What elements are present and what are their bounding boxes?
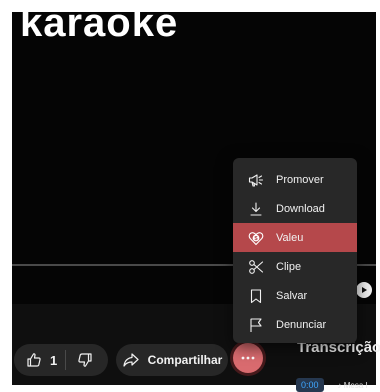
menu-item-label: Valeu: [276, 231, 304, 244]
menu-item-label: Download: [276, 202, 325, 215]
menu-item-clipe[interactable]: Clipe: [233, 252, 357, 281]
bookmark-icon: [248, 288, 264, 304]
share-button[interactable]: Compartilhar: [116, 344, 228, 376]
video-title-overlay: karaoke: [20, 12, 179, 45]
like-count: 1: [50, 352, 58, 368]
download-icon: [248, 201, 264, 217]
share-label: Compartilhar: [147, 353, 223, 367]
dislike-button[interactable]: [66, 344, 104, 376]
like-button[interactable]: 1: [14, 344, 65, 376]
menu-item-salvar[interactable]: Salvar: [233, 281, 357, 310]
flag-icon: [248, 317, 264, 333]
more-horizontal-icon: [241, 356, 255, 360]
transcript-timestamp[interactable]: 0:00: [296, 378, 324, 392]
more-actions-menu: Promover Download $ Valeu Clipe Salvar D…: [233, 158, 357, 343]
share-arrow-icon: [123, 353, 139, 367]
menu-item-label: Promover: [276, 173, 324, 186]
transcript-row[interactable]: 0:00 ♪ Mesa I: [296, 378, 368, 392]
like-dislike-group: 1: [14, 344, 108, 376]
thanks-icon: $: [248, 230, 264, 246]
thumbs-down-icon: [78, 353, 92, 367]
next-button[interactable]: [356, 282, 372, 298]
scissors-icon: [248, 259, 264, 275]
menu-item-label: Salvar: [276, 289, 308, 302]
megaphone-icon: [248, 172, 264, 188]
menu-item-valeu[interactable]: $ Valeu: [233, 223, 357, 252]
thumbs-up-icon: [27, 353, 41, 367]
menu-item-download[interactable]: Download: [233, 194, 357, 223]
menu-item-label: Denunciar: [276, 318, 327, 331]
menu-item-promover[interactable]: Promover: [233, 165, 357, 194]
transcript-text: ♪ Mesa I: [337, 380, 368, 390]
menu-item-label: Clipe: [276, 260, 302, 273]
menu-item-denunciar[interactable]: Denunciar: [233, 310, 357, 339]
more-actions-button[interactable]: [233, 343, 263, 373]
play-icon: [362, 287, 367, 293]
